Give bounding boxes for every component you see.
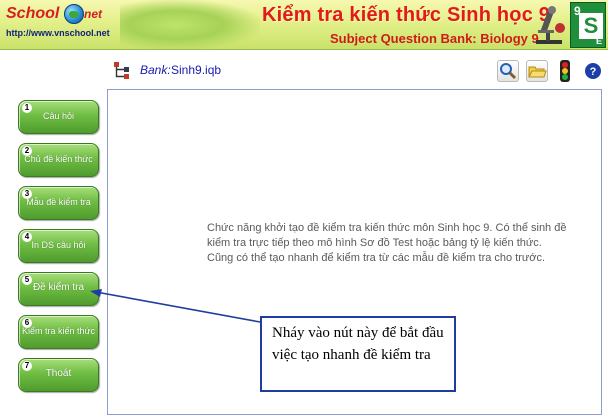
- toolbar: Bank: Sinh9.iqb ?: [0, 51, 608, 89]
- grade-badge: 9 S E: [570, 2, 606, 48]
- logo-net-text: net: [84, 7, 102, 21]
- bank-label: Bank:: [140, 63, 171, 77]
- sidebar-item-label: Thoát: [45, 368, 72, 379]
- grade-corner: E: [595, 36, 602, 46]
- globe-icon: [64, 4, 84, 24]
- help-icon: ?: [585, 63, 601, 79]
- traffic-light-button[interactable]: [555, 60, 575, 82]
- intro-text: Chức năng khởi tạo đề kiểm tra kiến thức…: [207, 222, 567, 264]
- sidebar-item-templates[interactable]: 3 Mẫu đề kiểm tra: [18, 186, 99, 220]
- search-button[interactable]: [497, 60, 519, 82]
- sidebar-item-questions[interactable]: 1 Câu hỏi: [18, 100, 99, 134]
- sidebar-item-topics[interactable]: 2 Chủ đề kiến thức: [18, 143, 99, 177]
- logo-school-text: School: [6, 5, 60, 22]
- sidebar-item-label: Đề kiểm tra: [32, 282, 85, 293]
- search-icon: [500, 63, 517, 80]
- sidebar-item-tests[interactable]: 5 Đề kiểm tra: [18, 272, 99, 306]
- traffic-light-icon: [560, 60, 570, 82]
- sidebar-item-label: Kiểm tra kiến thức: [21, 326, 96, 336]
- folder-open-icon: [528, 66, 547, 78]
- help-glyph: ?: [590, 66, 597, 78]
- app-banner: School net http://www.vnschool.net Kiểm …: [0, 0, 608, 50]
- sidebar-item-exit[interactable]: 7 Thoát: [18, 358, 99, 392]
- open-folder-button[interactable]: [526, 60, 548, 82]
- tree-icon[interactable]: [113, 60, 133, 80]
- sidebar-item-label: In DS câu hỏi: [31, 240, 86, 250]
- logo-url: http://www.vnschool.net: [6, 28, 110, 38]
- sidebar-item-label: Chủ đề kiến thức: [24, 154, 93, 164]
- help-button[interactable]: ?: [584, 62, 602, 80]
- bank-file-name: Sinh9.iqb: [171, 63, 222, 77]
- microscope-icon: [536, 6, 565, 44]
- sidebar-item-label: Câu hỏi: [42, 111, 75, 121]
- sidebar-item-label: Mẫu đề kiểm tra: [26, 197, 91, 207]
- callout-box: Nháy vào nút này để bắt đầu việc tạo nha…: [260, 316, 456, 392]
- app-subtitle: Subject Question Bank: Biology 9: [330, 31, 539, 46]
- app-title: Kiểm tra kiến thức Sinh học 9: [262, 4, 551, 26]
- sidebar-item-knowledge-test[interactable]: 6 Kiểm tra kiến thức: [18, 315, 99, 349]
- sidebar-item-print-list[interactable]: 4 In DS câu hỏi: [18, 229, 99, 263]
- cell-illustration: [120, 0, 260, 49]
- vnschool-logo: School net http://www.vnschool.net: [2, 2, 118, 42]
